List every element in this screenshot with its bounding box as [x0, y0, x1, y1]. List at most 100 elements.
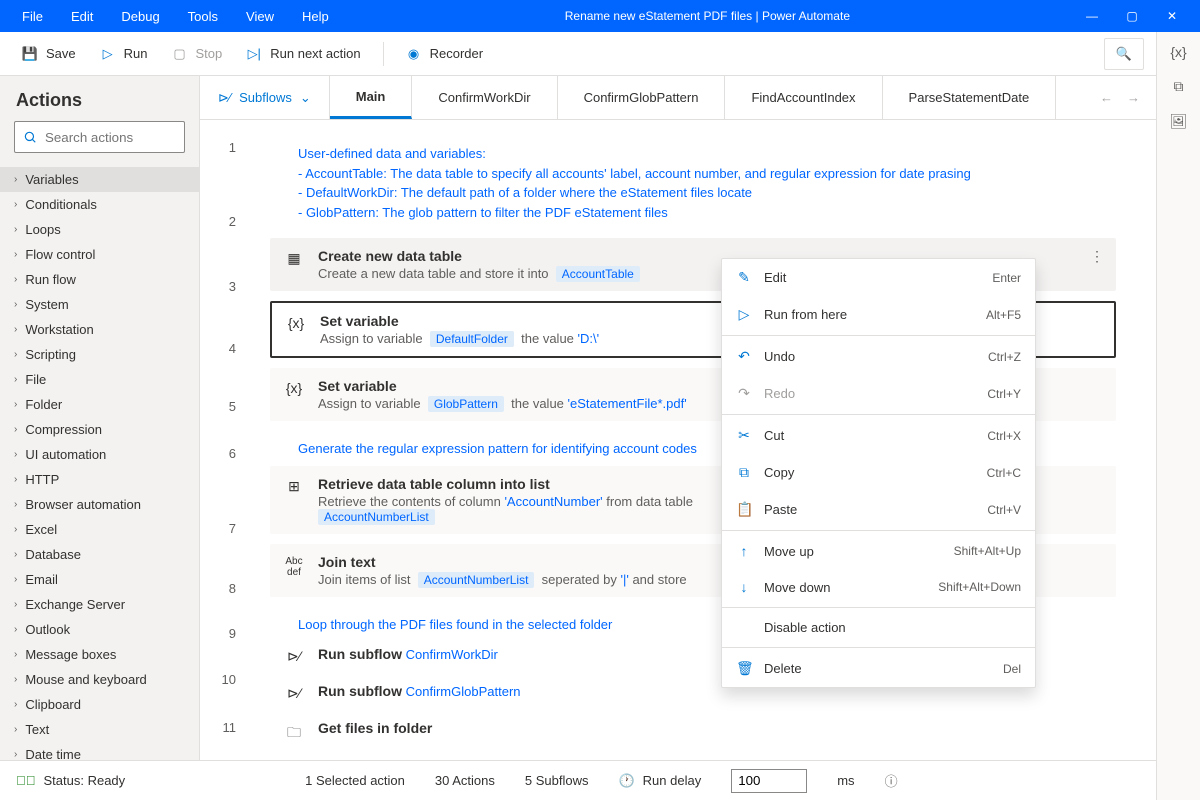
- right-rail: {x} ⧉ 🖼: [1156, 32, 1200, 800]
- tab-findaccountindex[interactable]: FindAccountIndex: [725, 76, 882, 119]
- layers-icon[interactable]: ⧉: [1174, 78, 1184, 95]
- toolbar: 💾Save ▷Run ▢Stop ▷|Run next action ◉Reco…: [0, 32, 1156, 76]
- minimize-button[interactable]: —: [1072, 9, 1112, 23]
- info-icon[interactable]: ⓘ: [885, 771, 898, 790]
- chevron-right-icon: ›: [14, 199, 17, 210]
- maximize-button[interactable]: ▢: [1112, 9, 1152, 23]
- subflows-dropdown[interactable]: ⊳⁄Subflows⌄: [200, 76, 330, 119]
- ctx-run-from-here[interactable]: ▷Run from hereAlt+F5: [722, 296, 1035, 333]
- chevron-right-icon: ›: [14, 374, 17, 385]
- search-button[interactable]: 🔍: [1104, 38, 1144, 70]
- category-scripting[interactable]: ›Scripting: [0, 342, 199, 367]
- menu-view[interactable]: View: [232, 3, 288, 30]
- chevron-right-icon: ›: [14, 724, 17, 735]
- tab-confirmworkdir[interactable]: ConfirmWorkDir: [412, 76, 557, 119]
- variables-icon[interactable]: {x}: [1170, 44, 1186, 60]
- close-button[interactable]: ✕: [1152, 9, 1192, 23]
- step-get-files[interactable]: 🗀 Get files in folder: [270, 716, 1116, 750]
- comment-block: User-defined data and variables:- Accoun…: [270, 138, 1116, 238]
- ctx-cut[interactable]: ✂CutCtrl+X: [722, 417, 1035, 454]
- line-number: 9: [200, 626, 260, 672]
- category-outlook[interactable]: ›Outlook: [0, 617, 199, 642]
- line-number: 8: [200, 581, 260, 626]
- category-conditionals[interactable]: ›Conditionals: [0, 192, 199, 217]
- chevron-right-icon: ›: [14, 574, 17, 585]
- menu-edit[interactable]: Edit: [57, 3, 107, 30]
- category-folder[interactable]: ›Folder: [0, 392, 199, 417]
- chevron-right-icon: ›: [14, 499, 17, 510]
- recorder-button[interactable]: ◉Recorder: [396, 40, 493, 68]
- chevron-right-icon: ›: [14, 474, 17, 485]
- run-delay-input[interactable]: [731, 769, 807, 793]
- ctx-delete[interactable]: 🗑DeleteDel: [722, 650, 1035, 687]
- category-date-time[interactable]: ›Date time: [0, 742, 199, 760]
- ctx-move-down[interactable]: ↓Move downShift+Alt+Down: [722, 569, 1035, 605]
- category-email[interactable]: ›Email: [0, 567, 199, 592]
- run-next-button[interactable]: ▷|Run next action: [236, 40, 370, 68]
- category-file[interactable]: ›File: [0, 367, 199, 392]
- chevron-right-icon: ›: [14, 349, 17, 360]
- menu-help[interactable]: Help: [288, 3, 343, 30]
- category-excel[interactable]: ›Excel: [0, 517, 199, 542]
- tab-confirmglobpattern[interactable]: ConfirmGlobPattern: [558, 76, 726, 119]
- chevron-right-icon: ›: [14, 399, 17, 410]
- category-browser-automation[interactable]: ›Browser automation: [0, 492, 199, 517]
- category-database[interactable]: ›Database: [0, 542, 199, 567]
- chevron-right-icon: ›: [14, 549, 17, 560]
- ctx-edit[interactable]: ✎EditEnter: [722, 259, 1035, 296]
- save-icon: 💾: [22, 46, 38, 62]
- search-actions-input[interactable]: [14, 121, 185, 153]
- ctx-disable-action[interactable]: Disable action: [722, 610, 1035, 645]
- chevron-right-icon: ›: [14, 299, 17, 310]
- more-icon[interactable]: ⋮: [1090, 248, 1104, 265]
- stop-button[interactable]: ▢Stop: [162, 40, 233, 68]
- chevron-right-icon: ›: [14, 649, 17, 660]
- tab-next[interactable]: →: [1127, 90, 1140, 105]
- chevron-right-icon: ›: [14, 324, 17, 335]
- ctx-undo[interactable]: ↶UndoCtrl+Z: [722, 338, 1035, 375]
- category-ui-automation[interactable]: ›UI automation: [0, 442, 199, 467]
- line-number: 7: [200, 521, 260, 581]
- images-icon[interactable]: 🖼: [1170, 113, 1188, 130]
- category-compression[interactable]: ›Compression: [0, 417, 199, 442]
- clock-icon: 🕐: [618, 773, 634, 789]
- play-icon: ▷: [100, 46, 116, 62]
- category-message-boxes[interactable]: ›Message boxes: [0, 642, 199, 667]
- ctx-icon: 🗑: [736, 660, 752, 677]
- menu-debug[interactable]: Debug: [107, 3, 173, 30]
- chevron-right-icon: ›: [14, 524, 17, 535]
- category-variables[interactable]: ›Variables: [0, 167, 199, 192]
- chevron-right-icon: ›: [14, 249, 17, 260]
- window-title: Rename new eStatement PDF files | Power …: [343, 9, 1072, 23]
- chevron-right-icon: ›: [14, 599, 17, 610]
- category-loops[interactable]: ›Loops: [0, 217, 199, 242]
- menu-file[interactable]: File: [8, 3, 57, 30]
- category-system[interactable]: ›System: [0, 292, 199, 317]
- category-exchange-server[interactable]: ›Exchange Server: [0, 592, 199, 617]
- line-number: 5: [200, 399, 260, 446]
- subflow-icon: ⊳⁄: [284, 683, 304, 702]
- ctx-copy[interactable]: ⧉CopyCtrl+C: [722, 454, 1035, 491]
- folder-icon: 🗀: [284, 720, 304, 746]
- category-flow-control[interactable]: ›Flow control: [0, 242, 199, 267]
- tab-main[interactable]: Main: [330, 76, 413, 119]
- table-icon: ▦: [284, 248, 304, 267]
- chevron-right-icon: ›: [14, 224, 17, 235]
- ctx-redo: ↷RedoCtrl+Y: [722, 375, 1035, 412]
- category-mouse-and-keyboard[interactable]: ›Mouse and keyboard: [0, 667, 199, 692]
- ctx-move-up[interactable]: ↑Move upShift+Alt+Up: [722, 533, 1035, 569]
- category-run-flow[interactable]: ›Run flow: [0, 267, 199, 292]
- line-number: 10: [200, 672, 260, 720]
- menu-tools[interactable]: Tools: [174, 3, 232, 30]
- category-clipboard[interactable]: ›Clipboard: [0, 692, 199, 717]
- chevron-right-icon: ›: [14, 749, 17, 760]
- category-text[interactable]: ›Text: [0, 717, 199, 742]
- tab-parsestatementdate[interactable]: ParseStatementDate: [883, 76, 1057, 119]
- save-button[interactable]: 💾Save: [12, 40, 86, 68]
- ctx-paste[interactable]: 📋PasteCtrl+V: [722, 491, 1035, 528]
- category-http[interactable]: ›HTTP: [0, 467, 199, 492]
- tab-prev[interactable]: ←: [1100, 90, 1113, 105]
- category-workstation[interactable]: ›Workstation: [0, 317, 199, 342]
- run-button[interactable]: ▷Run: [90, 40, 158, 68]
- check-icon: ✓⃝: [16, 773, 36, 788]
